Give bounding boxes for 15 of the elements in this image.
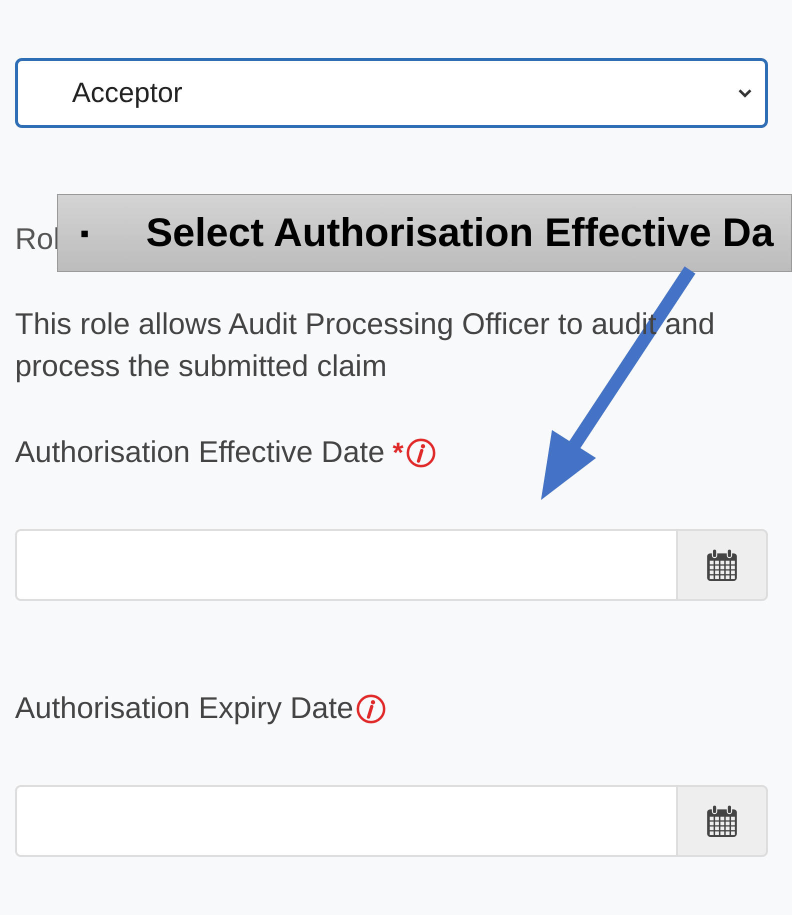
info-icon bbox=[356, 694, 386, 724]
info-icon bbox=[406, 438, 436, 468]
required-mark: * bbox=[392, 437, 404, 469]
date-input-field[interactable] bbox=[15, 785, 676, 857]
calendar-button[interactable] bbox=[676, 529, 768, 601]
field-label: Authorisation Expiry Date bbox=[15, 692, 354, 726]
callout-text: Select Authorisation Effective Da bbox=[146, 210, 774, 256]
calendar-icon bbox=[705, 804, 739, 838]
role-select[interactable]: Acceptor bbox=[15, 58, 768, 128]
field-label: Authorisation Effective Date bbox=[15, 436, 385, 470]
calendar-icon bbox=[705, 548, 739, 582]
date-input-field[interactable] bbox=[15, 529, 676, 601]
chevron-down-icon bbox=[737, 87, 753, 99]
calendar-button[interactable] bbox=[676, 785, 768, 857]
bullet-mark: ▪ bbox=[80, 218, 90, 248]
